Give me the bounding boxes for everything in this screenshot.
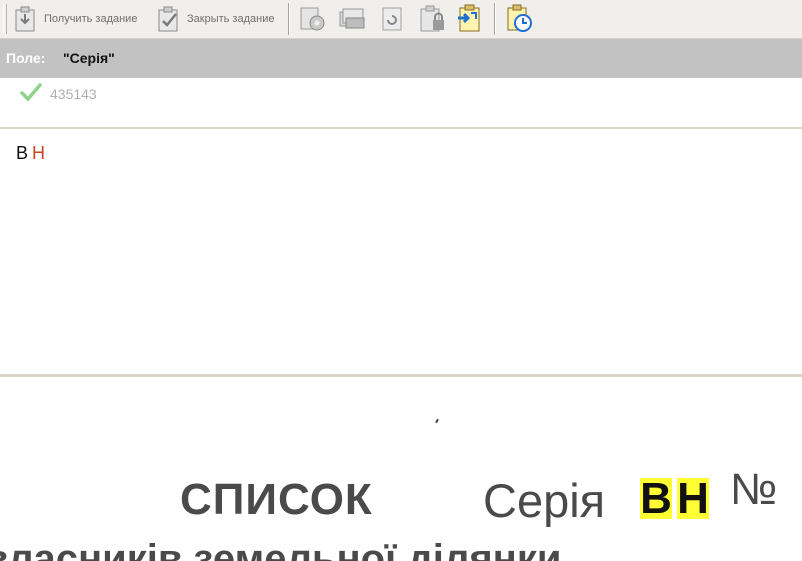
clipboard-download-icon [12, 5, 40, 33]
field-name: "Серія" [63, 50, 115, 66]
scan-series-highlight: ВН [640, 474, 709, 523]
field-header: Поле: "Серія" [0, 39, 802, 78]
clipboard-arrow-icon [455, 4, 485, 34]
export-button[interactable] [455, 3, 485, 35]
field-label: Поле: [6, 50, 46, 66]
divider [0, 127, 802, 129]
entry-input-area[interactable]: ВН [0, 130, 802, 374]
scan-speck [435, 418, 439, 424]
clipboard-clock-icon [504, 4, 534, 34]
scan-subtitle: власників земельної ділянки [0, 537, 562, 561]
entry-char-2: Н [32, 143, 46, 163]
scan-series-char-2: Н [677, 474, 709, 523]
entry-char-1: В [16, 143, 29, 163]
get-task-button[interactable]: Получить задание [12, 3, 137, 35]
stack-button[interactable] [337, 3, 367, 35]
scan-title: СПИСОК [180, 475, 373, 524]
scan-series-char-1: В [640, 474, 672, 523]
previous-value-row: 435143 [0, 79, 802, 127]
lock-button[interactable] [418, 3, 448, 35]
scan-series-label: Серія [483, 474, 606, 527]
close-task-button[interactable]: Закрыть задание [155, 3, 274, 35]
clipboard-check-icon [155, 5, 183, 33]
refresh-button[interactable] [378, 3, 406, 35]
toolbar-separator [288, 3, 290, 35]
toolbar-separator [494, 3, 496, 35]
document-scan-image: СПИСОК Серія ВН № власників земельної ді… [0, 377, 802, 561]
document-stack-icon [337, 4, 367, 34]
settings-button[interactable] [298, 3, 328, 35]
get-task-label: Получить задание [44, 13, 138, 25]
toolbar: Получить задание Закрыть задание [0, 0, 802, 39]
entry-text: ВН [16, 143, 45, 164]
toolbar-grip[interactable] [3, 4, 7, 34]
timer-button[interactable] [504, 3, 534, 35]
scan-number-sign: № [730, 465, 778, 514]
close-task-label: Закрыть задание [187, 13, 275, 25]
gear-document-icon [298, 4, 328, 34]
clipboard-lock-icon [418, 4, 448, 34]
previous-value: 435143 [50, 86, 97, 102]
document-refresh-icon [378, 5, 406, 33]
check-icon [20, 83, 42, 108]
